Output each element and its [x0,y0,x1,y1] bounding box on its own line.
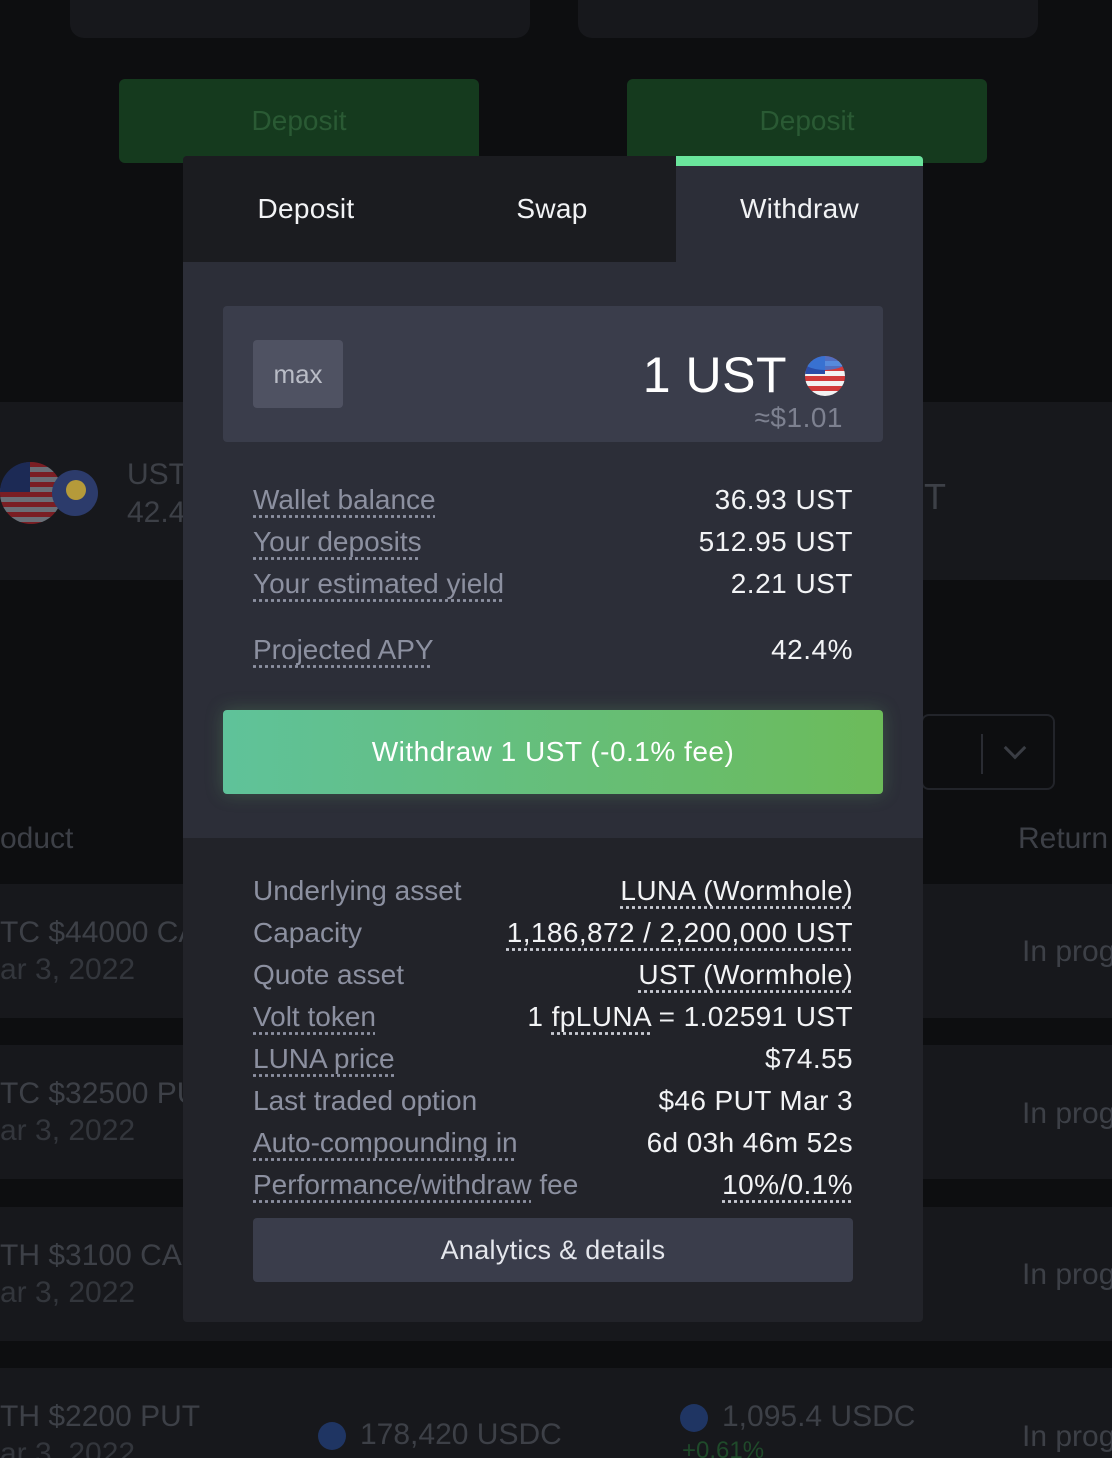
row-product: TH $3100 CAL [0,1239,199,1272]
background-card [578,0,1038,38]
fee-value[interactable]: 10%/0.1% [722,1169,853,1201]
background-deposit-button[interactable]: Deposit [627,79,987,163]
amount-input-box[interactable]: max 1 UST ≈$1.01 [223,306,883,442]
background-select[interactable] [921,714,1055,790]
withdraw-panel: max 1 UST ≈$1.01 Wallet balance 36.93 US… [183,262,923,838]
luna-icon [52,470,98,516]
row-premium: 1,095.4 USDC [680,1400,915,1434]
background-card [70,0,530,38]
row-status: In prog [1022,1258,1112,1291]
row-status: In prog [1022,1420,1112,1453]
estimated-yield-value: 2.21 UST [730,568,853,599]
auto-compounding-row: Auto-compounding in 6d 03h 46m 52s [253,1122,853,1164]
amount-usd-value: ≈$1.01 [754,402,843,433]
underlying-asset-link[interactable]: LUNA (Wormhole) [620,875,853,907]
row-product: TC $32500 PU [0,1077,199,1110]
background-fragment: T [924,476,946,517]
estimated-yield-row: Your estimated yield 2.21 UST [253,566,853,602]
row-deposits: 178,420 USDC [318,1418,562,1452]
background-asset: UST [127,458,187,491]
row-date: ar 3, 2022 [0,953,136,986]
fee-row: Performance/withdraw fee 10%/0.1% [253,1164,853,1206]
row-status: In prog [1022,935,1112,968]
product-column-header: oduct [0,822,74,855]
tab-label: Swap [516,193,588,224]
volt-token-link[interactable]: fpLUNA [552,1001,651,1032]
row-change: +0.61% [682,1437,765,1458]
underlying-asset-row: Underlying asset LUNA (Wormhole) [253,870,853,912]
tab-swap[interactable]: Swap [429,156,675,262]
projected-apy-value: 42.4% [771,634,853,665]
your-deposits-label[interactable]: Your deposits [253,526,422,558]
luna-price-value: $74.55 [764,1043,853,1074]
withdraw-button[interactable]: Withdraw 1 UST (-0.1% fee) [223,710,883,794]
wallet-balance-row: Wallet balance 36.93 UST [253,482,853,518]
your-deposits-row: Your deposits 512.95 UST [253,524,853,560]
last-traded-option-row: Last traded option $46 PUT Mar 3 [253,1080,853,1122]
row-premium-value: 1,095.4 USDC [722,1400,916,1433]
fee-label-link[interactable]: Performance/withdraw [253,1169,532,1200]
last-traded-option-value: $46 PUT Mar 3 [658,1085,853,1116]
fee-label: Performance/withdraw fee [253,1169,578,1201]
tab-bar: Deposit Swap Withdraw [183,156,923,262]
volt-token-label[interactable]: Volt token [253,1001,376,1033]
ust-flag-icon [805,356,845,396]
max-button[interactable]: max [253,340,343,408]
your-deposits-value: 512.95 UST [698,526,853,557]
underlying-asset-label: Underlying asset [253,875,462,906]
quote-asset-label: Quote asset [253,959,404,990]
wallet-balance-value: 36.93 UST [714,484,853,515]
volt-token-prefix: 1 [527,1001,552,1032]
estimated-yield-label[interactable]: Your estimated yield [253,568,504,600]
tab-label: Withdraw [739,193,860,224]
usdc-icon [318,1422,346,1451]
analytics-details-button[interactable]: Analytics & details [253,1218,853,1282]
capacity-value[interactable]: 1,186,872 / 2,200,000 UST [507,917,853,949]
volt-token-value: 1 fpLUNA = 1.02591 UST [527,1001,853,1033]
row-deposits-value: 178,420 USDC [360,1418,562,1451]
fee-label-suffix: fee [531,1169,579,1200]
usdc-icon [680,1404,708,1433]
row-date: ar 3, 2022 [0,1276,136,1309]
active-tab-indicator [676,156,923,166]
row-status: In prog [1022,1097,1112,1130]
return-column-header: Return [1018,822,1109,855]
tab-deposit[interactable]: Deposit [183,156,429,262]
tab-label: Deposit [257,193,355,224]
quote-asset-row: Quote asset UST (Wormhole) [253,954,853,996]
projected-apy-label[interactable]: Projected APY [253,634,434,666]
background-deposit-button[interactable]: Deposit [119,79,479,163]
volt-token-row: Volt token 1 fpLUNA = 1.02591 UST [253,996,853,1038]
tab-withdraw[interactable]: Withdraw [676,156,923,262]
row-date: ar 3, 2022 [0,1437,136,1458]
luna-price-row: LUNA price $74.55 [253,1038,853,1080]
background-apy: 42.4 [127,496,186,529]
auto-compounding-countdown: 6d 03h 46m 52s [646,1127,853,1158]
amount-input[interactable]: 1 UST [643,346,787,404]
wallet-balance-label[interactable]: Wallet balance [253,484,436,516]
last-traded-option-label: Last traded option [253,1085,478,1116]
row-date: ar 3, 2022 [0,1114,136,1147]
auto-compounding-label[interactable]: Auto-compounding in [253,1127,518,1159]
row-product: TC $44000 CA [0,916,199,949]
chevron-down-icon [1003,736,1027,760]
row-product: TH $2200 PUT [0,1400,201,1433]
quote-asset-link[interactable]: UST (Wormhole) [638,959,853,991]
volt-token-rate: = 1.02591 UST [650,1001,853,1032]
vault-details: Underlying asset LUNA (Wormhole) Capacit… [253,870,853,1206]
projected-apy-row: Projected APY 42.4% [253,632,853,668]
capacity-label: Capacity [253,917,362,948]
select-divider [981,734,983,774]
luna-price-label[interactable]: LUNA price [253,1043,395,1075]
capacity-row: Capacity 1,186,872 / 2,200,000 UST [253,912,853,954]
withdraw-modal: Deposit Swap Withdraw max 1 UST ≈$1.01 W… [183,156,923,1322]
